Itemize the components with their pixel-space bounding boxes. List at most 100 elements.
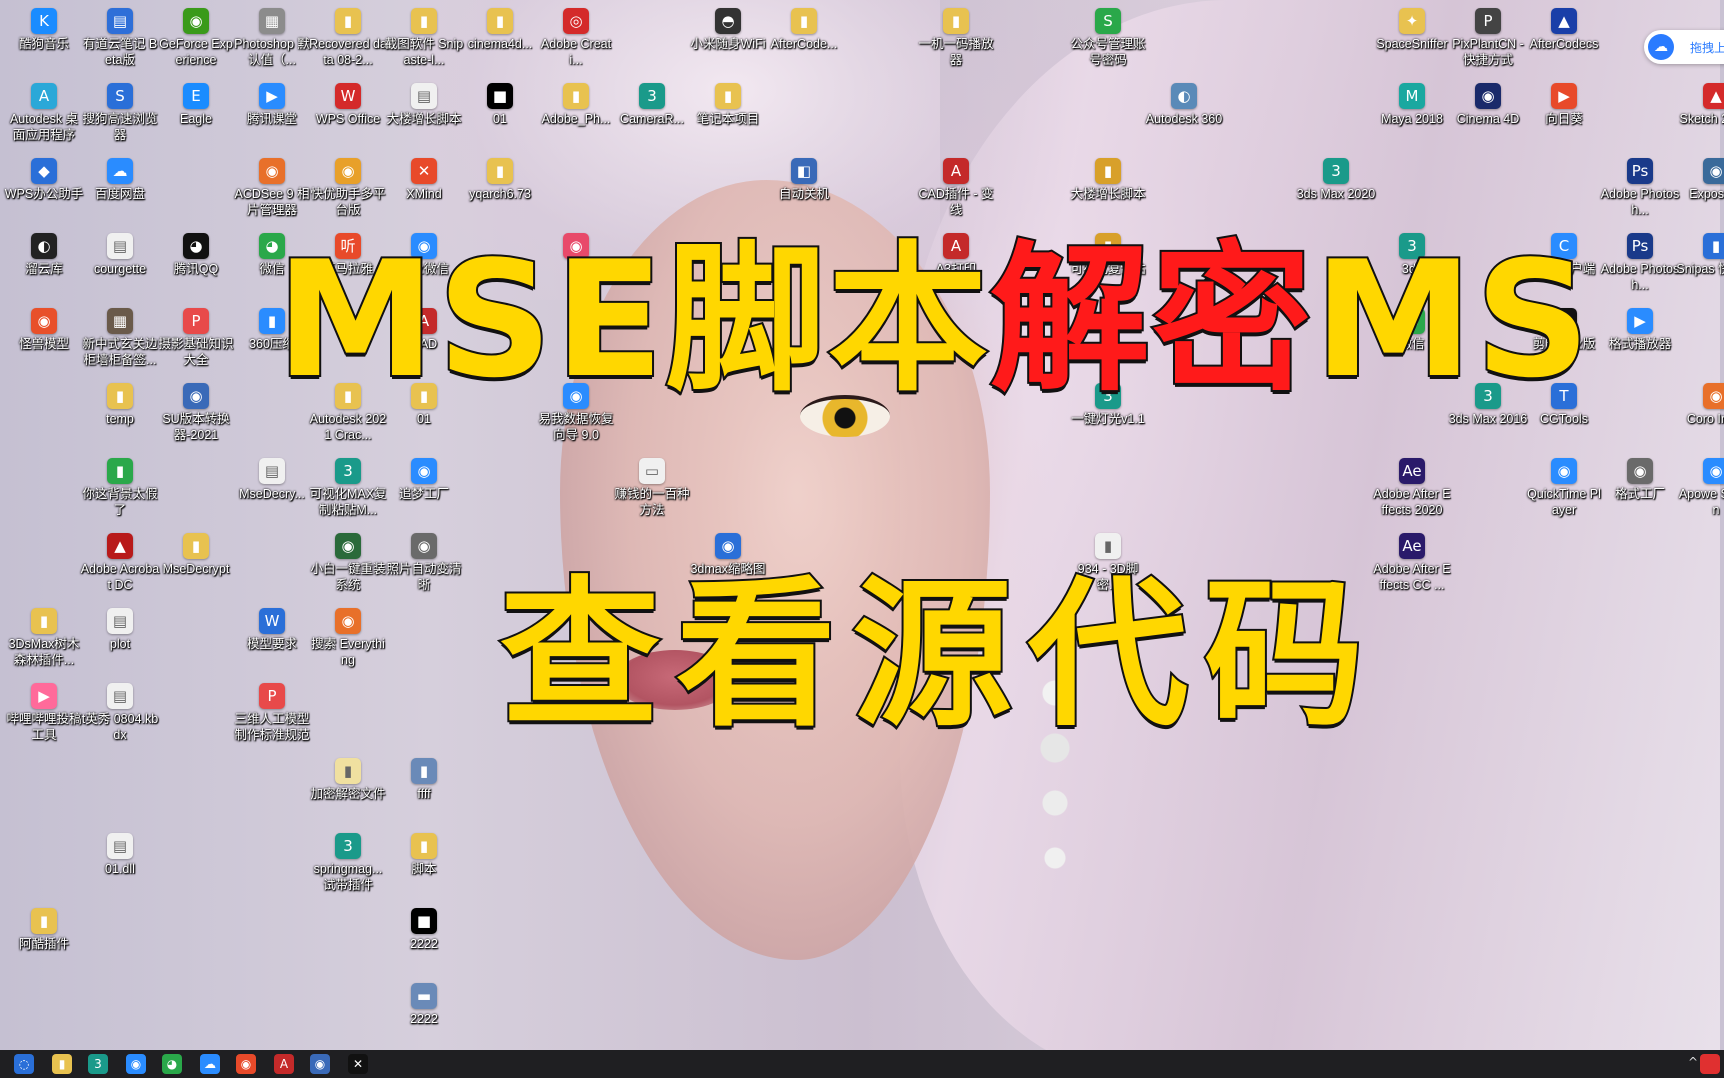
desktop-icon[interactable]: ▮ 一机一码播放器 xyxy=(916,4,996,76)
tray-app-icon[interactable] xyxy=(1700,1054,1720,1074)
desktop-icon[interactable]: Ps Adobe Photosh... xyxy=(1600,229,1680,301)
desktop-icon[interactable]: ◉ 小白一键重装系统 xyxy=(308,529,388,601)
desktop-icon[interactable]: Ps Adobe Photosh... xyxy=(1600,154,1680,226)
desktop-icon[interactable]: ▮ Adobe_Ph... xyxy=(536,79,616,151)
desktop-icon[interactable]: ▶ 格式播放器 xyxy=(1600,304,1680,376)
desktop-icon[interactable]: A CAD插件 - 变线 xyxy=(916,154,996,226)
desktop-icon[interactable]: M Maya 2018 xyxy=(1372,79,1452,151)
app-icon: ▬ xyxy=(411,983,437,1009)
desktop-icon[interactable]: ▦ 新中式玄关边柜墙柜备签... xyxy=(80,304,160,376)
desktop-icon[interactable]: ▮ ffff xyxy=(384,754,464,826)
desktop-icon[interactable]: S 搜狗高速浏览器 xyxy=(80,79,160,151)
desktop-icon[interactable]: ✦ SpaceSniffer xyxy=(1372,4,1452,76)
remote-icon[interactable]: ◉ xyxy=(310,1054,330,1074)
desktop-icon[interactable]: ▮ Recovered data 08-2... xyxy=(308,4,388,76)
tray-expand-icon[interactable]: ^ xyxy=(1688,1055,1698,1069)
browser-icon[interactable]: ◉ xyxy=(126,1054,146,1074)
desktop-icon[interactable]: ◕ 腾讯QQ xyxy=(156,229,236,301)
desktop-icon[interactable]: ▮ temp xyxy=(80,379,160,451)
desktop-icon[interactable]: ▮ 笔记本项目 xyxy=(688,79,768,151)
desktop-icon[interactable]: ◧ 自动关机 xyxy=(764,154,844,226)
desktop-icon[interactable]: Ae Adobe After Effects CC ... xyxy=(1372,529,1452,601)
desktop-icon[interactable]: W WPS Office xyxy=(308,79,388,151)
desktop-icon[interactable]: ◐ Autodesk 360 xyxy=(1144,79,1224,151)
desktop-icon[interactable]: ▮ cinema4d... xyxy=(460,4,540,76)
desktop-icon[interactable]: ◉ Coro Imag xyxy=(1676,379,1724,451)
desktop-icon[interactable]: ◉ Cinema 4D xyxy=(1448,79,1528,151)
desktop-icon[interactable]: ▤ courgette xyxy=(80,229,160,301)
media-icon[interactable]: ◉ xyxy=(236,1054,256,1074)
desktop-icon[interactable]: ◉ Apowe Screen xyxy=(1676,454,1724,526)
desktop-icon[interactable]: ▮ MseDecrypt xyxy=(156,529,236,601)
desktop-icon[interactable]: ◉ 搜索 Everything xyxy=(308,604,388,676)
desktop-icon[interactable]: ☁ 百度网盘 xyxy=(80,154,160,226)
desktop-icon[interactable]: ▮ yqarch6.73 xyxy=(460,154,540,226)
desktop-icon[interactable]: ◉ 格式工厂 xyxy=(1600,454,1680,526)
floating-upload-widget[interactable]: ☁ 拖拽上 xyxy=(1644,30,1724,64)
desktop-icon[interactable]: ▮ 加密解密文件 xyxy=(308,754,388,826)
desktop-icon[interactable]: ◉ 照片自动变清晰 xyxy=(384,529,464,601)
desktop-icon[interactable]: ◉ 追梦工厂 xyxy=(384,454,464,526)
desktop-icon[interactable]: ▮ 大楼增长脚本 xyxy=(1068,154,1148,226)
desktop-icon[interactable]: ◆ WPS办公助手 xyxy=(4,154,84,226)
desktop-icon[interactable]: ■ 2222 xyxy=(384,904,464,976)
desktop-icon[interactable]: ▤ 有道云笔记 Beta版 xyxy=(80,4,160,76)
desktop-icon[interactable]: ◉ ACDSee 9 相片管理器 xyxy=(232,154,312,226)
desktop-icon[interactable]: ▲ Sketch 201... xyxy=(1676,79,1724,151)
desktop-icon[interactable]: ◓ 小米随身WiFi xyxy=(688,4,768,76)
desktop-icon[interactable]: ◉ 快优助手多平台版 xyxy=(308,154,388,226)
desktop-icon[interactable]: S 公众号管理账号密码 xyxy=(1068,4,1148,76)
desktop-icon[interactable]: 3 CameraR... xyxy=(612,79,692,151)
desktop-icon-label: ACDSee 9 相片管理器 xyxy=(234,187,310,217)
desktop-icon[interactable]: ▮ AfterCode... xyxy=(764,4,844,76)
desktop-icon[interactable]: P 摄影基础知识大全 xyxy=(156,304,236,376)
desktop-icon[interactable]: ◉ QuickTime Player xyxy=(1524,454,1604,526)
desktop-icon[interactable]: ◉ 怪兽模型 xyxy=(4,304,84,376)
desktop-icon[interactable]: ◉ GeForce Experience xyxy=(156,4,236,76)
desktop-icon[interactable]: ▤ 大楼增长脚本 xyxy=(384,79,464,151)
desktop-icon[interactable]: ▲ Adobe Acrobat DC xyxy=(80,529,160,601)
wechat-icon[interactable]: ◕ xyxy=(162,1054,182,1074)
desktop-icon[interactable]: Ae Adobe After Effects 2020 xyxy=(1372,454,1452,526)
desktop-icon[interactable]: ▶ 腾讯课堂 xyxy=(232,79,312,151)
file-explorer-icon[interactable]: ▮ xyxy=(52,1054,72,1074)
desktop-icon[interactable]: ▮ 3DsMax树木森林插件... xyxy=(4,604,84,676)
desktop-icon[interactable]: ▮ 你这背景太假了 xyxy=(80,454,160,526)
desktop-icon-label: MseDecry... xyxy=(239,487,305,501)
desktop-icon[interactable]: ▬ 2222 xyxy=(384,979,464,1051)
desktop-icon[interactable]: ▶ 向日葵 xyxy=(1524,79,1604,151)
desktop-icon[interactable]: ✕ XMind xyxy=(384,154,464,226)
desktop-icon[interactable]: 3 可视化MAX复制粘贴M... xyxy=(308,454,388,526)
desktop-icon[interactable]: ▮ 脚本 xyxy=(384,829,464,901)
desktop-icon[interactable]: ▮ Snipas 快捷方 xyxy=(1676,229,1724,301)
desktop-icon[interactable]: ▭ 赚钱的一百种方法 xyxy=(612,454,692,526)
autocad-icon[interactable]: A xyxy=(274,1054,294,1074)
search-icon[interactable]: ◌ xyxy=(14,1054,34,1074)
app-icon: ◉ xyxy=(1475,83,1501,109)
capcut-icon[interactable]: ✕ xyxy=(348,1054,368,1074)
desktop-icon[interactable]: ■ 01 xyxy=(460,79,540,151)
baidu-netdisk-icon[interactable]: ☁ xyxy=(200,1054,220,1074)
desktop-icon[interactable]: ▮ 阿酷插件 xyxy=(4,904,84,976)
desktop-icon[interactable]: ▦ Photoshop 默认值（... xyxy=(232,4,312,76)
desktop-icon[interactable]: P 三维人工模型制作标准规范 xyxy=(232,679,312,751)
desktop-icon[interactable]: A Autodesk 桌面应用程序 xyxy=(4,79,84,151)
desktop-icon[interactable]: ▤ 01.dll xyxy=(80,829,160,901)
desktop-icon[interactable]: ▶ 哔哩哔哩投稿工具 xyxy=(4,679,84,751)
desktop-icon[interactable]: W 模型要求 xyxy=(232,604,312,676)
3dsmax-icon[interactable]: 3 xyxy=(88,1054,108,1074)
desktop-icon[interactable]: ▤ t英秀 0804.kbdx xyxy=(80,679,160,751)
desktop-icon[interactable]: P PixPlantCN - 快捷方式 xyxy=(1448,4,1528,76)
desktop-icon[interactable]: E Eagle xyxy=(156,79,236,151)
desktop-icon[interactable]: ◎ Adobe Creati... xyxy=(536,4,616,76)
desktop-icon[interactable]: ◉ SU版本转换器-2021 xyxy=(156,379,236,451)
desktop-icon[interactable]: ▤ plot xyxy=(80,604,160,676)
desktop-icon[interactable]: 3 3ds Max 2020 xyxy=(1296,154,1376,226)
desktop-icon[interactable]: ◉ Expos X4 xyxy=(1676,154,1724,226)
desktop-icon[interactable]: K 酷狗音乐 xyxy=(4,4,84,76)
desktop-icon[interactable]: ◐ 溜云库 xyxy=(4,229,84,301)
desktop-icon[interactable]: ▮ 截图软件 Snipaste-l... xyxy=(384,4,464,76)
desktop-icon[interactable]: ▤ MseDecry... xyxy=(232,454,312,526)
desktop-icon[interactable]: ▲ AfterCodecs xyxy=(1524,4,1604,76)
desktop-icon[interactable]: 3 springmag... 试带插件 xyxy=(308,829,388,901)
